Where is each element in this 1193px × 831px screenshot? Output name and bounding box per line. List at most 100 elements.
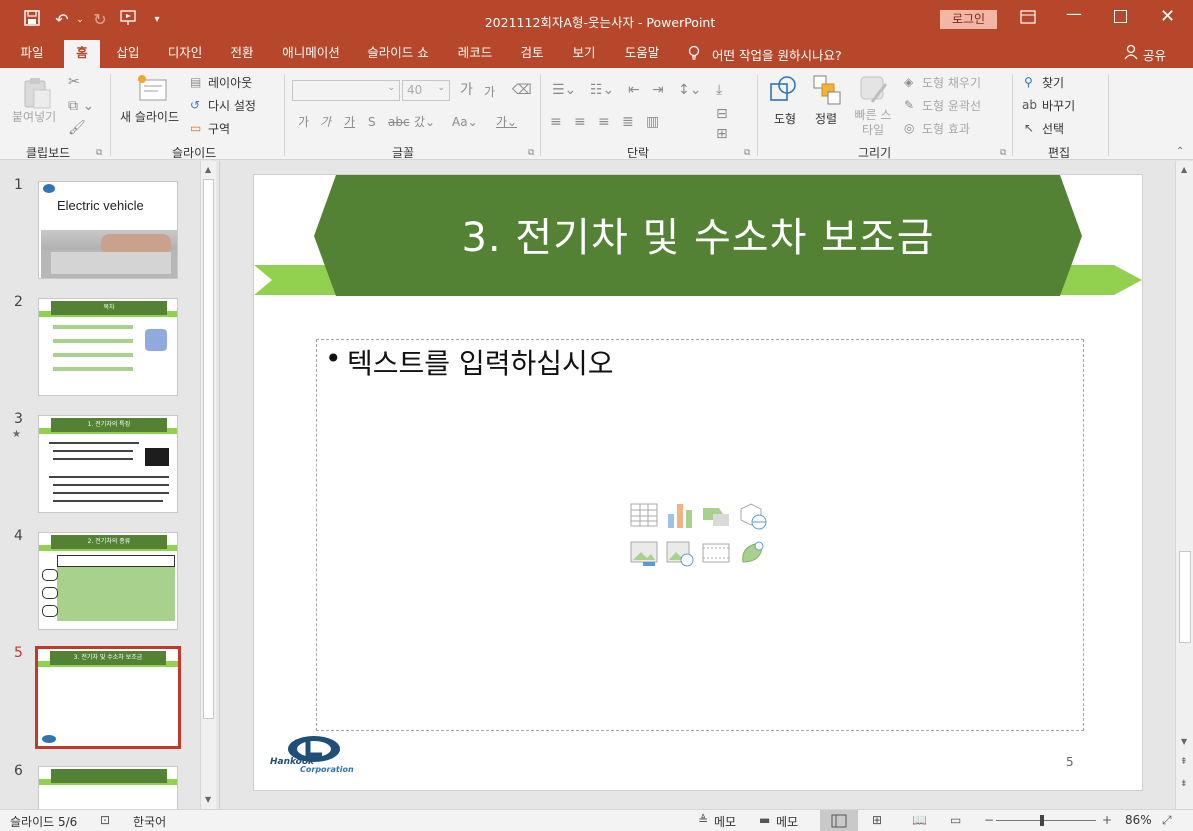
- insert-online-picture-icon[interactable]: [665, 538, 695, 568]
- paragraph-launcher-icon[interactable]: ⧉: [744, 148, 750, 158]
- undo-icon[interactable]: ↶: [52, 10, 72, 30]
- zoom-in-icon[interactable]: +: [1102, 813, 1112, 827]
- tab-transitions[interactable]: 전환: [222, 40, 262, 68]
- decrease-indent-icon[interactable]: ⇤: [628, 82, 640, 98]
- insert-icons-icon[interactable]: [737, 538, 767, 568]
- line-spacing-icon[interactable]: ↕⌄: [678, 82, 701, 98]
- quick-styles-icon[interactable]: [858, 74, 890, 106]
- previous-slide-icon[interactable]: ⇞: [1180, 757, 1188, 767]
- replace-icon[interactable]: ab: [1022, 97, 1037, 113]
- shrink-font-icon[interactable]: 가: [484, 84, 495, 100]
- character-spacing-icon[interactable]: 갔⌄: [414, 114, 435, 130]
- insert-picture-icon[interactable]: [629, 538, 659, 568]
- reading-view-icon[interactable]: 📖: [912, 813, 927, 827]
- change-case-icon[interactable]: Aa⌄: [452, 114, 478, 130]
- notes-icon[interactable]: ≜: [698, 813, 708, 827]
- comments-icon[interactable]: ▬: [759, 813, 770, 827]
- scroll-down-icon[interactable]: ▼: [1181, 737, 1187, 746]
- shape-outline-icon[interactable]: ✎: [904, 97, 914, 113]
- accessibility-icon[interactable]: ⊡: [100, 813, 110, 827]
- zoom-out-icon[interactable]: −: [984, 813, 994, 827]
- font-launcher-icon[interactable]: ⧉: [528, 148, 534, 158]
- share-button[interactable]: 공유: [1143, 45, 1166, 64]
- slide-sorter-icon[interactable]: ⊞: [872, 813, 882, 827]
- clipboard-launcher-icon[interactable]: ⧉: [96, 148, 102, 158]
- redo-icon[interactable]: ↻: [90, 10, 110, 30]
- insert-table-icon[interactable]: [629, 500, 659, 530]
- slide-thumbnail-5[interactable]: 3. 전기차 및 수소차 보조금: [35, 646, 181, 749]
- quick-styles-button[interactable]: 빠른 스타일: [850, 108, 896, 138]
- comments-button[interactable]: 메모: [776, 813, 798, 830]
- increase-indent-icon[interactable]: ⇥: [652, 82, 664, 98]
- tab-design[interactable]: 디자인: [160, 40, 210, 68]
- reset-icon[interactable]: ↺: [190, 97, 200, 113]
- zoom-slider-thumb[interactable]: [1040, 815, 1044, 826]
- shadow-icon[interactable]: S: [368, 114, 376, 130]
- customize-qat-icon[interactable]: ▾: [147, 10, 167, 30]
- new-slide-icon[interactable]: [136, 74, 168, 108]
- language-indicator[interactable]: 한국어: [133, 813, 166, 830]
- numbering-icon[interactable]: ☷⌄: [590, 82, 614, 98]
- tell-me-search[interactable]: 어떤 작업을 원하시나요?: [712, 45, 842, 64]
- vertical-scrollbar[interactable]: ▲ ▼ ⇞ ⇟: [1175, 161, 1193, 809]
- thumbnail-scrollbar[interactable]: ▲ ▼: [200, 161, 216, 809]
- align-left-icon[interactable]: ≡: [550, 114, 562, 130]
- tab-review[interactable]: 검토: [512, 40, 552, 68]
- insert-video-icon[interactable]: [701, 538, 731, 568]
- tab-help[interactable]: 도움말: [616, 40, 668, 68]
- save-icon[interactable]: [22, 10, 42, 30]
- align-right-icon[interactable]: ≡: [598, 114, 610, 130]
- content-placeholder[interactable]: • 텍스트를 입력하십시오: [316, 339, 1084, 731]
- zoom-slider[interactable]: [996, 820, 1096, 821]
- font-name-combobox[interactable]: ⌄: [292, 80, 400, 101]
- insert-smartart-icon[interactable]: [701, 500, 731, 530]
- shapes-icon[interactable]: [768, 74, 800, 106]
- italic-icon[interactable]: 가: [320, 114, 331, 130]
- placeholder-text[interactable]: 텍스트를 입력하십시오: [347, 342, 614, 382]
- clear-formatting-icon[interactable]: ⌫: [512, 82, 532, 98]
- columns-icon[interactable]: ▥: [646, 114, 659, 130]
- tab-record[interactable]: 레코드: [450, 40, 500, 68]
- shape-outline-button[interactable]: 도형 윤곽선: [922, 97, 981, 114]
- slide-thumbnail-2[interactable]: 목차: [38, 298, 178, 396]
- shape-effects-icon[interactable]: ◎: [904, 120, 914, 136]
- layout-icon[interactable]: ▤: [190, 74, 201, 90]
- paste-icon[interactable]: [22, 76, 52, 110]
- shapes-button[interactable]: 도형: [774, 110, 796, 127]
- scroll-down-icon[interactable]: ▼: [205, 795, 211, 804]
- underline-icon[interactable]: 가: [344, 114, 355, 130]
- section-icon[interactable]: ▭: [190, 120, 201, 136]
- next-slide-icon[interactable]: ⇟: [1180, 779, 1188, 789]
- normal-view-button[interactable]: [820, 810, 858, 831]
- tab-home[interactable]: 홈: [64, 40, 100, 68]
- maximize-icon[interactable]: [1114, 10, 1127, 23]
- format-painter-icon[interactable]: 🖌: [68, 120, 86, 136]
- shape-fill-button[interactable]: 도형 채우기: [922, 74, 981, 91]
- collapse-ribbon-icon[interactable]: ⌃: [1176, 146, 1184, 157]
- insert-chart-icon[interactable]: [665, 500, 695, 530]
- smartart-icon[interactable]: ⊞: [716, 126, 728, 142]
- slide-title[interactable]: 3. 전기차 및 수소차 보조금: [314, 205, 1082, 263]
- bullets-icon[interactable]: ☰⌄: [552, 82, 576, 98]
- new-slide-button[interactable]: 새 슬라이드: [120, 108, 179, 125]
- grow-font-icon[interactable]: 가: [460, 82, 473, 98]
- select-arrow-icon[interactable]: ↖: [1024, 120, 1034, 136]
- align-text-icon[interactable]: ⊟: [716, 106, 728, 122]
- text-direction-icon[interactable]: ⤓: [716, 82, 722, 98]
- tab-insert[interactable]: 삽입: [108, 40, 148, 68]
- find-button[interactable]: 찾기: [1042, 74, 1064, 91]
- bold-icon[interactable]: 가: [298, 114, 309, 130]
- scroll-up-icon[interactable]: ▲: [1181, 165, 1187, 174]
- drawing-launcher-icon[interactable]: ⧉: [1000, 148, 1006, 158]
- shape-effects-button[interactable]: 도형 효과: [922, 120, 970, 137]
- close-icon[interactable]: ✕: [1160, 6, 1175, 27]
- ribbon-display-options-icon[interactable]: [1020, 10, 1040, 30]
- scroll-up-icon[interactable]: ▲: [205, 165, 211, 174]
- layout-button[interactable]: 레이아웃: [208, 74, 252, 91]
- notes-button[interactable]: 메모: [714, 813, 736, 830]
- select-button[interactable]: 선택: [1042, 120, 1064, 137]
- cut-icon[interactable]: ✂: [68, 74, 80, 90]
- arrange-button[interactable]: 정렬: [815, 110, 837, 127]
- replace-button[interactable]: 바꾸기: [1042, 97, 1075, 114]
- undo-dropdown-icon[interactable]: ⌄: [70, 10, 90, 30]
